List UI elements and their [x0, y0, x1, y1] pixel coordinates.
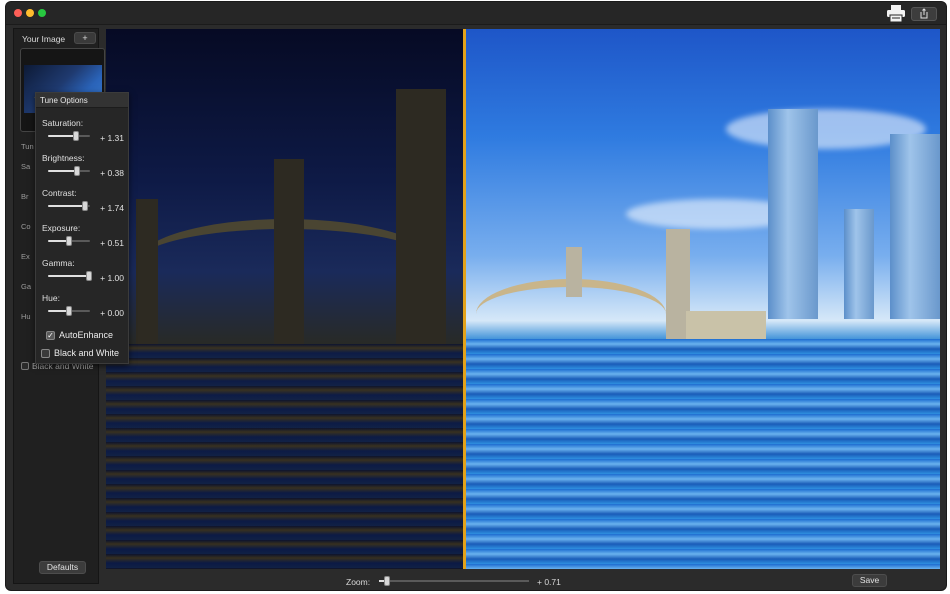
tune-option-value: + 0.51	[100, 238, 124, 248]
tune-option-label: Hue:	[42, 293, 60, 303]
close-window-button[interactable]	[14, 9, 22, 17]
tune-option-slider[interactable]	[48, 236, 90, 246]
enhanced-image	[466, 29, 940, 569]
bridge-tower	[274, 159, 304, 349]
tune-option-label: Gamma:	[42, 258, 75, 268]
add-image-button[interactable]: +	[74, 32, 96, 44]
tune-options-popover: Tune Options Saturation: + 1.31 Brightness…	[35, 92, 129, 364]
water-reflection	[106, 344, 464, 569]
black-and-white-checkbox[interactable]: Black and White	[41, 348, 119, 358]
auto-enhance-checkbox[interactable]: ✓ AutoEnhance	[46, 330, 113, 340]
popover-title: Tune Options	[40, 96, 88, 105]
sidebar-ghost-label: Co	[21, 222, 31, 231]
slider-knob[interactable]	[81, 201, 88, 211]
tune-option-value: + 1.74	[100, 203, 124, 213]
title-bar	[6, 2, 946, 25]
checkbox-label: Black and White	[54, 348, 120, 358]
bridge-tower	[566, 247, 582, 297]
slider-track	[379, 580, 529, 582]
bridge-tower	[136, 199, 158, 349]
tune-option-label: Brightness:	[42, 153, 85, 163]
tune-option-slider[interactable]	[48, 201, 90, 211]
tune-option-slider[interactable]	[48, 306, 90, 316]
tune-option-value: + 0.38	[100, 168, 124, 178]
printer-icon[interactable]	[886, 5, 906, 23]
tune-option-label: Saturation:	[42, 118, 84, 128]
water-reflection	[466, 339, 940, 569]
slider-knob[interactable]	[72, 131, 79, 141]
image-comparison-canvas[interactable]	[106, 29, 940, 569]
zoom-slider[interactable]	[379, 576, 529, 586]
checkbox-box	[21, 362, 29, 370]
popover-header: Tune Options	[36, 93, 128, 108]
sidebar-ghost-label: Ex	[21, 252, 30, 261]
original-image	[106, 29, 464, 569]
slider-fill	[48, 275, 89, 277]
slider-knob[interactable]	[66, 306, 72, 316]
checkbox-label: AutoEnhance	[59, 330, 114, 340]
tune-option-value: + 0.00	[100, 308, 124, 318]
slider-fill	[48, 205, 85, 207]
sidebar-ghost-label: Sa	[21, 162, 31, 171]
compare-divider-handle[interactable]	[463, 29, 466, 569]
share-icon	[920, 8, 928, 19]
zoom-label: Zoom:	[346, 577, 371, 587]
sidebar-ghost-label: Tun	[21, 142, 34, 151]
sidebar-title: Your Image	[22, 34, 66, 44]
slider-knob[interactable]	[73, 166, 80, 176]
slider-knob[interactable]	[383, 576, 390, 586]
bridge-tower	[396, 89, 446, 349]
checkbox-box	[41, 348, 50, 358]
sidebar-ghost-label: Ga	[21, 282, 32, 291]
tune-option-slider[interactable]	[48, 166, 90, 176]
tune-option-slider[interactable]	[48, 271, 92, 281]
sidebar-ghost-label: Hu	[21, 312, 31, 321]
riverside-building	[686, 311, 766, 339]
tune-option-value: + 1.31	[100, 133, 124, 143]
minimize-window-button[interactable]	[26, 9, 34, 17]
sidebar-ghost-label: Br	[21, 192, 29, 201]
skyscraper	[768, 109, 818, 319]
tune-option-value: + 1.00	[100, 273, 124, 283]
share-button[interactable]	[911, 7, 937, 21]
tune-option-label: Exposure:	[42, 223, 81, 233]
slider-fill	[48, 170, 77, 172]
app-window: Your Image + Tun Sa Br Co Ex Ga Hu Black…	[6, 2, 946, 590]
defaults-button[interactable]: Defaults	[39, 561, 86, 574]
slider-knob[interactable]	[66, 236, 72, 246]
skyscraper	[890, 134, 940, 319]
checkbox-box: ✓	[46, 330, 55, 340]
tune-option-slider[interactable]	[48, 131, 90, 141]
skyscraper	[844, 209, 874, 319]
save-button[interactable]: Save	[852, 574, 887, 587]
slider-fill	[48, 135, 76, 137]
zoom-window-button[interactable]	[38, 9, 46, 17]
tune-option-label: Contrast:	[42, 188, 77, 198]
slider-knob[interactable]	[85, 271, 92, 281]
zoom-value: + 0.71	[537, 577, 561, 587]
